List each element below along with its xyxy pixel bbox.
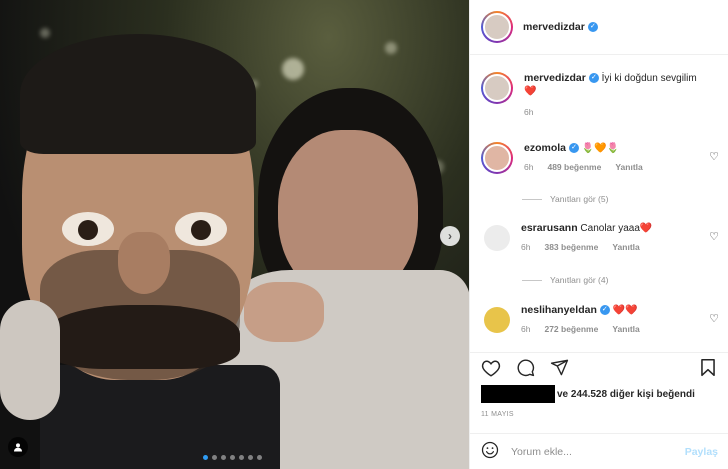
comment-emoji: 🌷🧡🌷	[581, 143, 620, 154]
reply-button[interactable]: Yanıtla	[612, 241, 639, 254]
tag-user-icon[interactable]	[8, 437, 28, 457]
emoji-icon[interactable]	[481, 441, 499, 462]
author-username[interactable]: mervedizdar	[523, 21, 585, 33]
comment-emoji: ❤️	[639, 223, 653, 234]
heart-icon[interactable]	[480, 357, 502, 379]
author-avatar[interactable]	[481, 11, 513, 43]
comment-emoji: ❤️❤️	[612, 305, 638, 316]
comment-input[interactable]	[511, 445, 685, 458]
comment-username[interactable]: ezomola	[524, 142, 566, 154]
comment-item: ezomola ✓ 🌷🧡🌷 6h 489 beğenme Yanıtla ♡	[481, 142, 719, 174]
carousel-dot	[257, 455, 262, 460]
post-date[interactable]: 11 MAYIS	[481, 411, 514, 418]
comment-username[interactable]: neslihanyeldan	[521, 304, 597, 316]
man-shirt	[40, 365, 280, 469]
commenter-avatar[interactable]	[484, 307, 510, 333]
comment-like-heart-icon[interactable]: ♡	[709, 312, 719, 325]
reply-button[interactable]: Yanıtla	[615, 161, 642, 174]
replies-divider	[522, 198, 542, 200]
carousel-dot	[248, 455, 253, 460]
share-icon[interactable]	[548, 357, 570, 379]
bokeh-light	[40, 28, 50, 38]
save-icon[interactable]	[697, 357, 719, 379]
view-replies-label: Yanıtları gör (4)	[550, 275, 609, 285]
view-replies-button[interactable]: Yanıtları gör (4)	[522, 275, 608, 285]
add-comment-bar: Paylaş	[470, 433, 728, 469]
comment-time[interactable]: 6h	[521, 241, 530, 254]
verified-badge-icon: ✓	[599, 305, 610, 316]
carousel-dot	[221, 455, 226, 460]
comment-likes[interactable]: 383 beğenme	[544, 241, 598, 254]
comment-time[interactable]: 6h	[524, 161, 533, 174]
caption-text: İyi ki doğdun sevgilim	[601, 73, 697, 84]
commenter-avatar[interactable]	[481, 142, 513, 174]
comment-text: Canolar yaaa	[580, 223, 640, 234]
caption-time[interactable]: 6h	[524, 106, 533, 119]
replies-divider	[522, 279, 542, 281]
carousel-dot	[230, 455, 235, 460]
view-replies-button[interactable]: Yanıtları gör (5)	[522, 194, 608, 204]
woman-hand	[244, 282, 324, 342]
likes-summary[interactable]: ve 244.528 diğer kişi beğendi	[481, 385, 695, 403]
comment-like-heart-icon[interactable]: ♡	[709, 230, 719, 243]
likes-count[interactable]: ve 244.528 diğer kişi beğendi	[557, 389, 695, 400]
post-actions	[470, 352, 728, 382]
verified-badge-icon: ✓	[587, 22, 598, 32]
comment-username[interactable]: esrarusann	[521, 222, 578, 234]
commenter-avatar[interactable]	[484, 225, 510, 251]
bokeh-light	[385, 42, 397, 54]
caption: mervedizdar ✓ İyi ki doğdun sevgilim ❤️ 6…	[481, 72, 719, 119]
comment-time[interactable]: 6h	[521, 323, 530, 336]
redacted-username	[481, 385, 555, 403]
man-mustache	[45, 305, 240, 369]
carousel-dots	[203, 455, 262, 460]
carousel-dot	[203, 455, 208, 460]
man-left-eye	[62, 212, 114, 246]
comment-item: esrarusann Canolar yaaa❤️ 6h 383 beğenme…	[481, 222, 719, 254]
man-hair	[20, 34, 256, 154]
caption-username[interactable]: mervedizdar	[524, 72, 586, 84]
carousel-dot	[239, 455, 244, 460]
man-nose	[118, 232, 170, 294]
sweater-arm	[0, 300, 60, 420]
comment-icon[interactable]	[514, 357, 536, 379]
comment-likes[interactable]: 489 beğenme	[547, 161, 601, 174]
post-side-panel: mervedizdar ✓ mervedizdar ✓ İyi ki doğdun…	[469, 0, 728, 469]
comments-list: mervedizdar ✓ İyi ki doğdun sevgilim ❤️ 6…	[470, 56, 728, 351]
comment-item: neslihanyeldan ✓ ❤️❤️ 6h 272 beğenme Yanı…	[481, 304, 719, 336]
comment-like-heart-icon[interactable]: ♡	[709, 150, 719, 163]
comment-likes[interactable]: 272 beğenme	[544, 323, 598, 336]
verified-badge-icon: ✓	[569, 143, 580, 154]
verified-badge-icon: ✓	[588, 73, 599, 84]
post-photo[interactable]: ›	[0, 0, 469, 469]
post-header: mervedizdar ✓	[470, 0, 728, 55]
view-replies-label: Yanıtları gör (5)	[550, 194, 609, 204]
reply-button[interactable]: Yanıtla	[612, 323, 639, 336]
man-right-eye	[175, 212, 227, 246]
carousel-dot	[212, 455, 217, 460]
author-avatar[interactable]	[481, 72, 513, 104]
post-comment-button[interactable]: Paylaş	[685, 446, 718, 458]
next-arrow-icon[interactable]: ›	[440, 226, 460, 246]
caption-emoji: ❤️	[524, 86, 537, 97]
bokeh-light	[282, 58, 304, 80]
